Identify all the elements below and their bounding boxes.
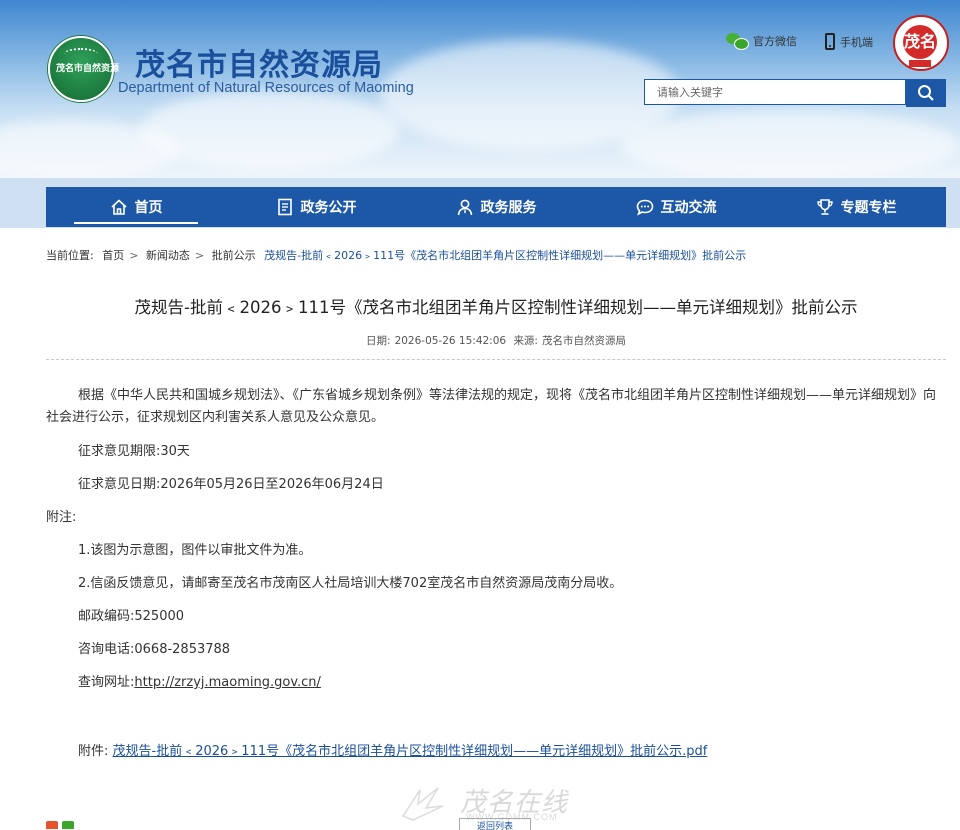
nav-item-government-services[interactable]: 政务服务	[406, 187, 586, 227]
attachment-link[interactable]: 茂规告-批前﹤2026﹥111号《茂名市北组团羊角片区控制性详细规划——单元详细…	[113, 744, 708, 759]
site-subtitle: Department of Natural Resources of Maomi…	[118, 80, 414, 96]
search-button[interactable]	[906, 79, 946, 107]
site-title[interactable]: 茂名市自然资源局	[135, 40, 383, 84]
article-title: 茂规告-批前﹤2026﹥111号《茂名市北组团羊角片区控制性详细规划——单元详细…	[134, 298, 858, 317]
official-wechat-link[interactable]: 官方微信	[726, 33, 797, 50]
breadcrumb-separator: >	[194, 249, 205, 262]
cloud-decoration	[620, 110, 960, 178]
site-header: 茂名市自然资源 茂名市自然资源局 Department of Natural R…	[0, 0, 960, 178]
city-emblem-text: 茂名	[903, 25, 937, 59]
nav-item-interaction[interactable]: 互动交流	[586, 187, 766, 227]
official-wechat-label: 官方微信	[753, 35, 797, 48]
mobile-version-link[interactable]: 手机端	[825, 33, 873, 50]
main-nav: 首页 政务公开 政务服务 互动交流 专题专栏	[46, 187, 946, 227]
comment-period: 征求意见期限:30天	[78, 444, 190, 459]
wechat-icon	[726, 33, 749, 50]
breadcrumb-item-home[interactable]: 首页	[102, 249, 124, 262]
date-label: 日期:	[366, 335, 391, 347]
logo-badge[interactable]: 茂名市自然资源	[48, 36, 120, 102]
article-body: 根据《中华人民共和国城乡规划法》、《广东省城乡规划条例》等法律法规的规定，现将《…	[46, 385, 946, 690]
back-to-list-button[interactable]: 返回列表	[459, 818, 531, 830]
nav-item-government-affairs[interactable]: 政务公开	[226, 187, 406, 227]
cloud-decoration	[140, 90, 400, 170]
home-icon	[110, 199, 127, 215]
breadcrumb-separator: >	[129, 249, 139, 262]
website-label: 查询网址:	[78, 675, 135, 690]
nav-item-label: 政务公开	[300, 200, 357, 216]
search-icon	[918, 85, 934, 101]
chat-bubble-icon	[636, 199, 653, 216]
postal-code: 邮政编码:525000	[78, 609, 185, 624]
logo-badge-text: 茂名市自然资源	[56, 64, 120, 74]
share-icons	[46, 821, 74, 829]
breadcrumb-current[interactable]: 茂规告-批前﹤2026﹥111号《茂名市北组团羊角片区控制性详细规划——单元详细…	[264, 249, 746, 262]
attachment-row: 附件: 茂规告-批前﹤2026﹥111号《茂名市北组团羊角片区控制性详细规划——…	[78, 740, 707, 759]
nav-item-label: 政务服务	[480, 200, 537, 216]
share-weibo-icon[interactable]	[46, 821, 58, 829]
contact-phone: 咨询电话:0668-2853788	[78, 642, 231, 657]
notes-label: 附注:	[46, 510, 77, 525]
mobile-phone-icon	[825, 33, 835, 50]
breadcrumb: 当前位置: 首页 > 新闻动态 > 批前公示 茂规告-批前﹤2026﹥111号《茂名…	[46, 247, 751, 263]
nav-item-label: 专题专栏	[840, 200, 897, 216]
article-meta: 日期: 2026-05-26 15:42:06 来源: 茂名市自然资源局	[46, 333, 946, 348]
comment-dates: 征求意见日期:2026年05月26日至2026年06月24日	[78, 477, 384, 492]
query-website: 查询网址:http://zrzyj.maoming.gov.cn/	[78, 672, 321, 694]
attachment-label: 附件:	[78, 744, 109, 759]
watermark-logo-icon	[401, 787, 444, 821]
service-person-icon	[457, 199, 472, 216]
source-label: 来源:	[513, 335, 538, 347]
breadcrumb-prefix: 当前位置:	[46, 249, 94, 262]
breadcrumb-item-news[interactable]: 新闻动态	[146, 249, 190, 262]
note-1: 1.该图为示意图，图件以审批文件为准。	[78, 543, 312, 558]
city-emblem[interactable]: 茂名	[893, 15, 949, 71]
note-2: 2.信函反馈意见，请邮寄至茂名市茂南区人社局培训大楼702室茂名市自然资源局茂南…	[78, 576, 623, 591]
nav-item-special-topics[interactable]: 专题专栏	[766, 187, 946, 227]
nav-item-label: 互动交流	[660, 200, 717, 216]
trophy-icon	[816, 199, 833, 215]
article-source: 茂名市自然资源局	[541, 335, 626, 347]
publish-date: 2026-05-26 15:42:06	[394, 335, 507, 347]
website-link[interactable]: http://zrzyj.maoming.gov.cn/	[134, 675, 321, 690]
nav-item-home[interactable]: 首页	[46, 187, 226, 227]
nav-item-label: 首页	[134, 200, 163, 216]
divider	[46, 359, 946, 360]
breadcrumb-item-announcements[interactable]: 批前公示	[212, 249, 256, 262]
search-input[interactable]	[644, 79, 906, 105]
mobile-version-label: 手机端	[840, 35, 873, 49]
share-wechat-icon[interactable]	[62, 821, 74, 829]
document-icon	[277, 198, 292, 216]
intro-paragraph: 根据《中华人民共和国城乡规划法》、《广东省城乡规划条例》等法律法规的规定，现将《…	[46, 388, 937, 425]
